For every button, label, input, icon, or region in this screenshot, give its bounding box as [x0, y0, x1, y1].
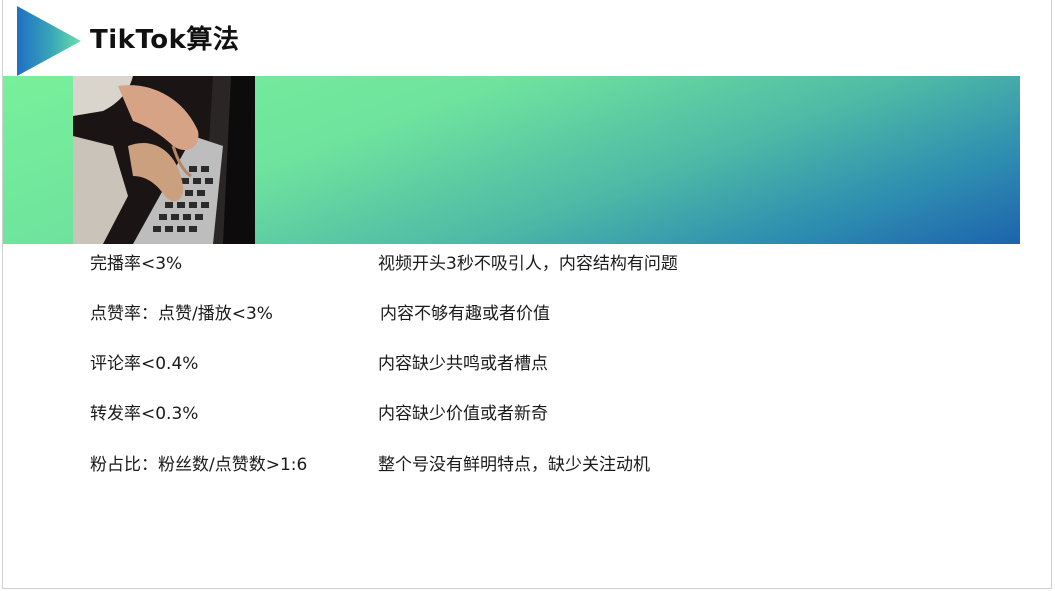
reason-like-rate: 内容不够有趣或者价值 — [380, 304, 550, 324]
typing-on-laptop-photo — [73, 76, 255, 244]
metric-comment-rate: 评论率<0.4% — [90, 354, 199, 374]
metric-like-rate: 点赞率：点赞/播放<3% — [90, 304, 273, 324]
reason-follower-ratio: 整个号没有鲜明特点，缺少关注动机 — [378, 455, 650, 475]
metric-follower-ratio: 粉占比：粉丝数/点赞数>1:6 — [90, 455, 308, 475]
title-arrow-icon — [17, 6, 81, 76]
reason-share-rate: 内容缺少价值或者新奇 — [378, 404, 548, 424]
metric-completion-rate: 完播率<3% — [90, 254, 183, 274]
metric-share-rate: 转发率<0.3% — [90, 404, 199, 424]
reason-completion-rate: 视频开头3秒不吸引人，内容结构有问题 — [378, 254, 678, 274]
reason-comment-rate: 内容缺少共鸣或者槽点 — [378, 354, 548, 374]
page-title: TikTok算法 — [90, 25, 240, 55]
